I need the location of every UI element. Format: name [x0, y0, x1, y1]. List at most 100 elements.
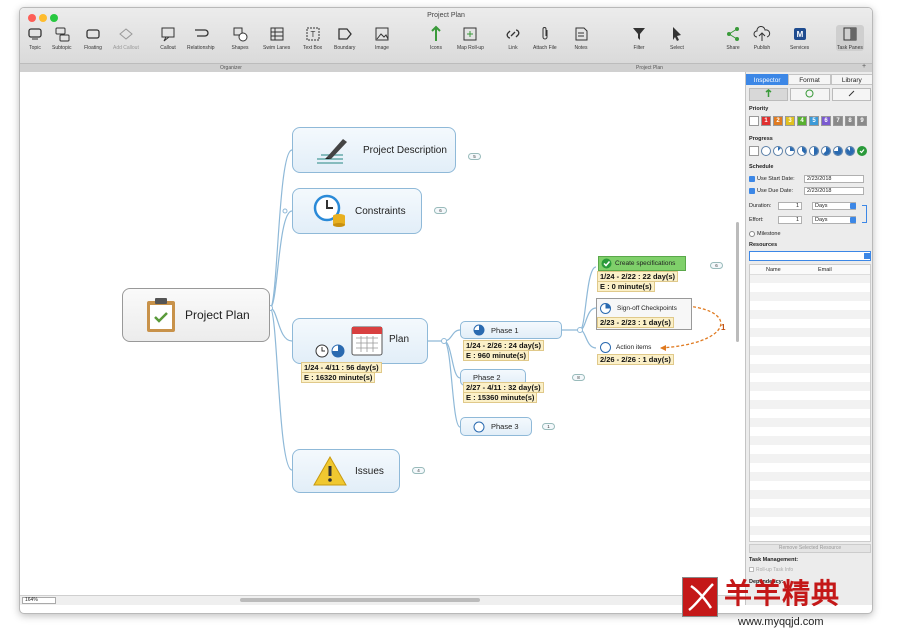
share-button[interactable]: Share — [724, 25, 742, 51]
select-icon — [673, 27, 681, 41]
phase-3-badge[interactable]: 1 — [542, 423, 555, 430]
priority-5-button[interactable]: 5 — [809, 116, 819, 126]
progress-25-button[interactable] — [785, 146, 795, 156]
links-subtab[interactable] — [831, 88, 871, 101]
remove-resource-button[interactable]: Remove Selected Resource — [749, 544, 871, 553]
priority-8-button[interactable]: 8 — [845, 116, 855, 126]
horizontal-scrollbar[interactable]: 164% — [20, 595, 738, 605]
central-topic[interactable]: Project Plan — [122, 288, 270, 342]
task-create-specifications[interactable]: Create specifications — [598, 256, 686, 271]
task-action-items[interactable]: Action items — [598, 340, 678, 354]
central-topic-label: Project Plan — [185, 308, 250, 322]
notes-button[interactable]: Notes — [572, 25, 590, 51]
shapes-label: Shapes — [231, 45, 249, 51]
filter-button[interactable]: Filter — [630, 25, 648, 51]
topic-plan[interactable]: Plan — [292, 318, 428, 364]
add-tab-button[interactable]: + — [862, 63, 866, 70]
task-sign-off-checkpoints[interactable]: Sign-off Checkpoints — [598, 301, 690, 315]
text-box-label: Text Box — [303, 45, 323, 51]
task-panes-button[interactable]: Task Panes — [836, 25, 864, 51]
phase-3-label: Phase 3 — [491, 422, 519, 431]
select-button[interactable]: Select — [668, 25, 686, 51]
priority-3-button[interactable]: 3 — [785, 116, 795, 126]
priority-4-button[interactable]: 4 — [797, 116, 807, 126]
progress-38-button[interactable] — [797, 146, 807, 156]
due-date-field[interactable]: 2/23/2018 — [804, 187, 864, 195]
map-rollup-button[interactable]: Map Roll-up — [457, 25, 484, 51]
icons-button[interactable]: Icons — [427, 25, 445, 51]
zoom-select[interactable]: 164% — [22, 597, 56, 604]
topic-issues[interactable]: Issues — [292, 449, 400, 493]
task-sign-off-checkpoints-label: Sign-off Checkpoints — [617, 304, 677, 312]
task-3-date-tag: 2/26 - 2/26 : 1 day(s) — [597, 354, 674, 365]
topic-issues-badge[interactable]: 4 — [412, 467, 425, 474]
vertical-scroll-thumb[interactable] — [736, 222, 739, 342]
phase-3[interactable]: Phase 3 — [460, 417, 532, 436]
shapes-button[interactable]: Shapes — [231, 25, 249, 51]
roll-up-checkbox[interactable] — [749, 567, 754, 572]
tab-inspector[interactable]: Inspector — [746, 74, 789, 85]
text-box-button[interactable]: T Text Box — [303, 25, 322, 51]
attach-file-button[interactable]: Attach File — [533, 25, 557, 51]
priority-2-button[interactable]: 2 — [773, 116, 783, 126]
select-label: Select — [670, 45, 684, 51]
swim-lanes-button[interactable]: Swim Lanes — [263, 25, 290, 51]
topic-constraints[interactable]: Constraints — [292, 188, 422, 234]
notes-icon — [575, 27, 588, 41]
relationship-label[interactable]: 1 — [721, 323, 725, 332]
col-name[interactable]: Name — [766, 267, 781, 273]
col-email[interactable]: Email — [818, 267, 832, 273]
progress-50-button[interactable] — [809, 146, 819, 156]
link-button[interactable]: Link — [504, 25, 522, 51]
priority-9-button[interactable]: 9 — [857, 116, 867, 126]
boundary-button[interactable]: Boundary — [334, 25, 355, 51]
effort-value-field[interactable]: 1 — [778, 216, 802, 224]
progress-none-button[interactable] — [749, 146, 759, 156]
info-subtab[interactable] — [790, 88, 830, 101]
tab-library[interactable]: Library — [830, 74, 872, 85]
tab-format[interactable]: Format — [788, 74, 831, 85]
resources-input[interactable] — [749, 251, 871, 261]
subtopic-button[interactable]: Subtopic — [52, 25, 71, 51]
horizontal-scroll-thumb[interactable] — [240, 598, 480, 602]
image-button[interactable]: Image — [373, 25, 391, 51]
progress-88-button[interactable] — [845, 146, 855, 156]
publish-button[interactable]: Publish — [753, 25, 771, 51]
resources-label: Resources — [749, 242, 778, 248]
start-date-field[interactable]: 2/23/2018 — [804, 175, 864, 183]
phase-2-badge[interactable]: 8 — [572, 374, 585, 381]
progress-13-button[interactable] — [773, 146, 783, 156]
link-duration-effort-icon[interactable] — [862, 205, 867, 223]
section-project-plan: Project Plan — [636, 65, 663, 71]
topic-project-description-badge[interactable]: 5 — [468, 153, 481, 160]
floating-button[interactable]: Floating — [84, 25, 102, 51]
progress-100-button[interactable] — [857, 146, 867, 156]
add-callout-button[interactable]: Add Callout — [113, 25, 139, 51]
relationship-button[interactable]: Relationship — [187, 25, 215, 51]
clock-coins-icon — [313, 194, 345, 227]
priority-none-button[interactable] — [749, 116, 759, 126]
progress-0-button[interactable] — [761, 146, 771, 156]
services-button[interactable]: M Services — [790, 25, 809, 51]
progress-75-button[interactable] — [833, 146, 843, 156]
priority-1-button[interactable]: 1 — [761, 116, 771, 126]
callout-button[interactable]: Callout — [159, 25, 177, 51]
topic-constraints-badge[interactable]: 6 — [434, 207, 447, 214]
task-create-specifications-badge[interactable]: 6 — [710, 262, 723, 269]
progress-63-button[interactable] — [821, 146, 831, 156]
use-start-date-checkbox[interactable] — [749, 176, 755, 182]
priority-6-button[interactable]: 6 — [821, 116, 831, 126]
subtopic-icon — [55, 27, 70, 42]
resources-table[interactable]: Name Email — [749, 264, 871, 542]
attach-file-icon — [542, 27, 548, 40]
task-info-subtab[interactable] — [749, 88, 789, 101]
milestone-radio[interactable] — [749, 231, 755, 237]
link-icon — [848, 90, 855, 97]
map-canvas[interactable]: Project Plan Project Description 5 Const… — [20, 72, 739, 605]
topic-project-description[interactable]: Project Description — [292, 127, 456, 173]
priority-7-button[interactable]: 7 — [833, 116, 843, 126]
use-due-date-checkbox[interactable] — [749, 188, 755, 194]
duration-value-field[interactable]: 1 — [778, 202, 802, 210]
phase-1[interactable]: Phase 1 — [460, 321, 562, 339]
topic-button[interactable]: Topic — [26, 25, 44, 51]
